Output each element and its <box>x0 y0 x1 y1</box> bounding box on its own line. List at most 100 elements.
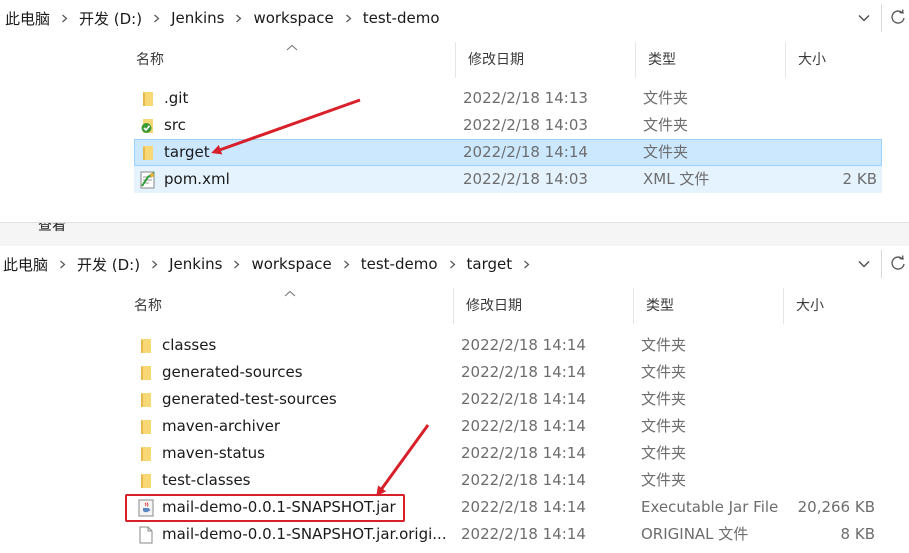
chevron-right-icon[interactable] <box>152 14 161 23</box>
file-type: ORIGINAL 文件 <box>641 525 749 543</box>
file-name: src <box>164 116 186 134</box>
file-date: 2022/2/18 14:14 <box>461 471 586 489</box>
file-date: 2022/2/18 14:14 <box>461 444 586 462</box>
file-date: 2022/2/18 14:14 <box>461 390 586 408</box>
file-type: 文件夹 <box>643 143 689 161</box>
file-name: test-classes <box>162 471 251 489</box>
highlight-box-jar <box>125 494 405 522</box>
file-type: 文件夹 <box>641 363 687 381</box>
breadcrumb-test-demo[interactable]: test-demo <box>361 255 438 273</box>
column-header-type[interactable]: 类型 <box>636 42 786 78</box>
explorer-window-test-demo: 此电脑 开发 (D:) Jenkins workspace test-demo … <box>0 0 909 222</box>
refresh-icon[interactable] <box>889 254 907 276</box>
folder-icon <box>137 391 155 409</box>
file-name: generated-sources <box>162 363 303 381</box>
column-header-size[interactable]: 大小 <box>784 288 884 324</box>
file-name: mail-demo-0.0.1-SNAPSHOT.jar.origi... <box>162 525 447 543</box>
column-header-date[interactable]: 修改日期 <box>456 42 636 78</box>
file-type: 文件夹 <box>641 390 687 408</box>
file-row-classes[interactable]: classes 2022/2/18 14:14 文件夹 <box>132 332 880 359</box>
file-name: generated-test-sources <box>162 390 337 408</box>
file-type: 文件夹 <box>641 336 687 354</box>
address-bar[interactable]: 此电脑 开发 (D:) Jenkins workspace test-demo … <box>0 246 909 282</box>
file-type: 文件夹 <box>641 417 687 435</box>
file-row-generated-sources[interactable]: generated-sources 2022/2/18 14:14 文件夹 <box>132 359 880 386</box>
file-date: 2022/2/18 14:14 <box>461 498 586 516</box>
breadcrumb: 此电脑 开发 (D:) Jenkins workspace test-demo <box>5 0 440 36</box>
breadcrumb-jenkins[interactable]: Jenkins <box>169 255 222 273</box>
file-type: 文件夹 <box>643 116 689 134</box>
chevron-down-icon[interactable] <box>857 256 871 275</box>
file-size: 2 KB <box>842 170 877 188</box>
file-row-jar-original[interactable]: mail-demo-0.0.1-SNAPSHOT.jar.origi... 20… <box>132 521 880 548</box>
chevron-right-icon[interactable] <box>234 14 243 23</box>
file-type: 文件夹 <box>641 471 687 489</box>
column-header-type[interactable]: 类型 <box>634 288 784 324</box>
file-name: pom.xml <box>164 170 230 188</box>
file-name: target <box>164 143 210 161</box>
file-name: .git <box>164 89 189 107</box>
breadcrumb-this-pc[interactable]: 此电脑 <box>3 254 48 275</box>
file-date: 2022/2/18 14:14 <box>461 363 586 381</box>
chevron-right-icon[interactable] <box>344 14 353 23</box>
chevron-right-icon[interactable] <box>60 14 69 23</box>
chevron-right-icon[interactable] <box>232 260 241 269</box>
breadcrumb-drive-d[interactable]: 开发 (D:) <box>79 8 142 29</box>
divider <box>881 4 882 32</box>
file-name: classes <box>162 336 217 354</box>
folder-icon <box>137 418 155 436</box>
breadcrumb-jenkins[interactable]: Jenkins <box>171 9 224 27</box>
breadcrumb: 此电脑 开发 (D:) Jenkins workspace test-demo … <box>3 246 541 282</box>
file-name: maven-status <box>162 444 265 462</box>
file-type: 文件夹 <box>641 444 687 462</box>
ribbon-strip: 查看 <box>0 222 909 246</box>
breadcrumb-this-pc[interactable]: 此电脑 <box>5 8 50 29</box>
file-date: 2022/2/18 14:14 <box>461 336 586 354</box>
column-header-row: 名称 修改日期 类型 大小 <box>124 42 888 78</box>
chevron-right-icon[interactable] <box>522 260 531 269</box>
breadcrumb-workspace[interactable]: workspace <box>251 255 331 273</box>
chevron-right-icon[interactable] <box>448 260 457 269</box>
folder-icon <box>137 472 155 490</box>
chevron-right-icon[interactable] <box>58 260 67 269</box>
breadcrumb-drive-d[interactable]: 开发 (D:) <box>77 254 140 275</box>
file-icon <box>137 526 155 544</box>
address-bar-controls <box>849 246 909 282</box>
file-row-generated-test-sources[interactable]: generated-test-sources 2022/2/18 14:14 文… <box>132 386 880 413</box>
folder-icon <box>137 337 155 355</box>
folder-icon <box>137 445 155 463</box>
file-row-pom-xml[interactable]: pom.xml 2022/2/18 14:03 XML 文件 2 KB <box>134 166 882 193</box>
breadcrumb-workspace[interactable]: workspace <box>253 9 333 27</box>
column-header-date[interactable]: 修改日期 <box>454 288 634 324</box>
ribbon-tab-view[interactable]: 查看 <box>38 223 66 235</box>
divider <box>881 250 882 278</box>
column-header-name[interactable]: 名称 <box>124 42 456 78</box>
file-type: 文件夹 <box>643 89 689 107</box>
column-header-size[interactable]: 大小 <box>786 42 886 78</box>
xml-file-icon <box>139 171 157 189</box>
folder-check-icon <box>139 117 157 135</box>
file-date: 2022/2/18 14:14 <box>463 143 588 161</box>
breadcrumb-test-demo[interactable]: test-demo <box>363 9 440 27</box>
file-row-target[interactable]: target 2022/2/18 14:14 文件夹 <box>134 139 882 166</box>
chevron-right-icon[interactable] <box>150 260 159 269</box>
column-header-row: 名称 修改日期 类型 大小 <box>122 288 886 324</box>
address-bar-controls <box>849 0 909 36</box>
chevron-right-icon[interactable] <box>342 260 351 269</box>
address-bar[interactable]: 此电脑 开发 (D:) Jenkins workspace test-demo <box>0 0 909 36</box>
file-type: XML 文件 <box>643 170 710 188</box>
file-row-src[interactable]: src 2022/2/18 14:03 文件夹 <box>134 112 882 139</box>
file-row-maven-status[interactable]: maven-status 2022/2/18 14:14 文件夹 <box>132 440 880 467</box>
refresh-icon[interactable] <box>889 8 907 30</box>
breadcrumb-target[interactable]: target <box>467 255 513 273</box>
file-row-maven-archiver[interactable]: maven-archiver 2022/2/18 14:14 文件夹 <box>132 413 880 440</box>
file-row-git[interactable]: .git 2022/2/18 14:13 文件夹 <box>134 85 882 112</box>
folder-icon <box>137 364 155 382</box>
folder-icon <box>139 90 157 108</box>
column-header-name[interactable]: 名称 <box>122 288 454 324</box>
chevron-down-icon[interactable] <box>857 10 871 29</box>
file-row-test-classes[interactable]: test-classes 2022/2/18 14:14 文件夹 <box>132 467 880 494</box>
file-date: 2022/2/18 14:03 <box>463 170 588 188</box>
file-size: 8 KB <box>840 525 875 543</box>
file-size: 20,266 KB <box>797 498 875 516</box>
